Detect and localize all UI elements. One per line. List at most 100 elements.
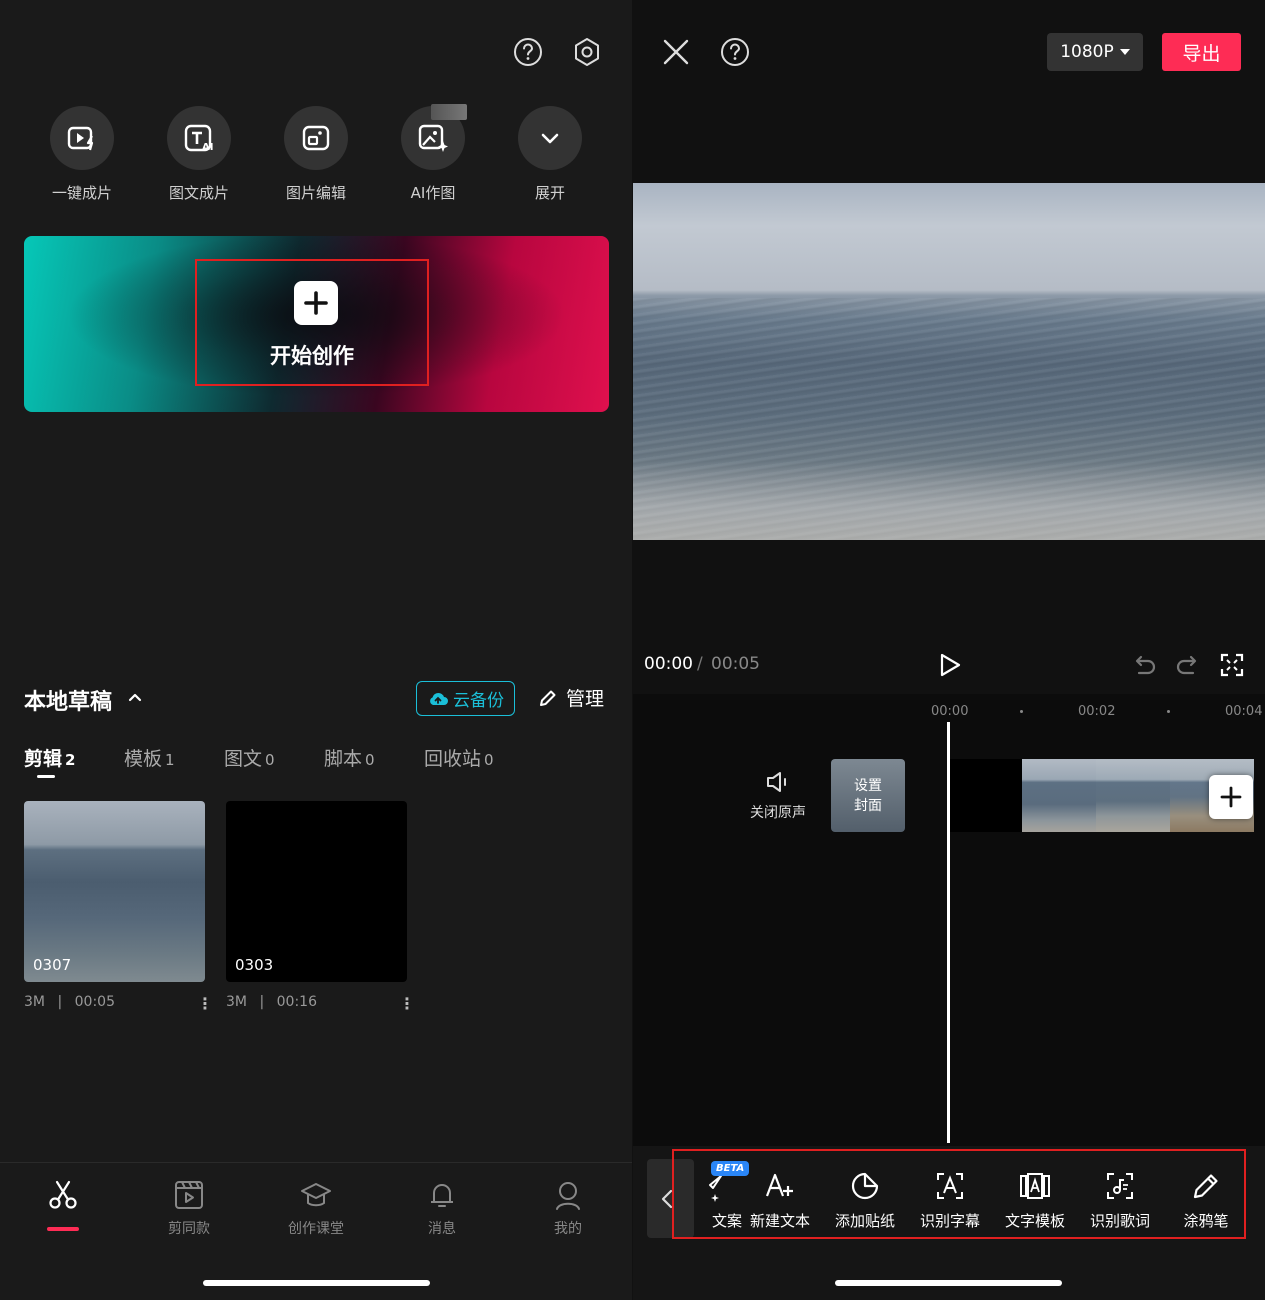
tab-label: 剪辑 xyxy=(24,748,63,770)
more-options-icon[interactable]: ⋮ xyxy=(197,994,213,1013)
quick-action-one-click[interactable]: 一键成片 xyxy=(42,106,122,203)
nav-edit[interactable] xyxy=(23,1178,103,1218)
export-button[interactable]: 导出 xyxy=(1162,33,1241,71)
tab-count: 1 xyxy=(165,751,175,769)
video-preview[interactable] xyxy=(633,183,1265,540)
tab-label: 回收站 xyxy=(424,748,482,770)
text-to-video-icon: AI xyxy=(167,106,231,170)
draft-name: 0303 xyxy=(235,956,274,974)
tool-label: 识别字幕 xyxy=(919,1212,980,1230)
ruler-tick: 00:04 xyxy=(1225,704,1263,719)
tab-template[interactable]: 模板 1 xyxy=(124,744,175,771)
thumbnail-badge xyxy=(431,104,467,120)
quick-action-expand[interactable]: 展开 xyxy=(510,106,590,203)
settings-icon[interactable] xyxy=(571,36,603,68)
quick-action-label: 展开 xyxy=(534,184,565,202)
manage-button[interactable]: 管理 xyxy=(538,684,604,711)
nav-classroom[interactable]: 创作课堂 xyxy=(276,1178,356,1238)
pencil-icon xyxy=(540,690,556,706)
play-icon[interactable] xyxy=(936,651,964,679)
more-options-icon[interactable]: ⋮ xyxy=(399,994,415,1013)
tab-recycle-bin[interactable]: 回收站 0 xyxy=(424,744,494,771)
set-cover-button[interactable]: 设置 封面 xyxy=(831,759,905,832)
fullscreen-icon[interactable] xyxy=(1218,651,1246,679)
quick-action-text-to-video[interactable]: AI 图文成片 xyxy=(159,106,239,203)
cloud-backup-button[interactable]: 云备份 xyxy=(416,681,515,716)
nav-label: 我的 xyxy=(554,1221,582,1237)
cover-label: 封面 xyxy=(854,797,882,814)
bell-icon xyxy=(431,1184,453,1207)
quick-action-label: 一键成片 xyxy=(51,184,112,202)
help-icon[interactable] xyxy=(719,36,751,68)
draft-size: 3M xyxy=(24,994,45,1010)
manage-label: 管理 xyxy=(566,688,605,710)
plus-icon[interactable] xyxy=(294,281,338,325)
draft-card[interactable]: 0303 xyxy=(226,801,407,982)
tab-label: 脚本 xyxy=(324,748,363,770)
current-time: 00:00 xyxy=(644,654,693,674)
template-video-icon xyxy=(175,1181,203,1209)
nav-template-video[interactable]: 剪同款 xyxy=(149,1178,229,1238)
tool-label: 添加贴纸 xyxy=(834,1212,895,1230)
quick-action-label: AI作图 xyxy=(410,184,456,202)
tool-text-template[interactable]: 文字模板 xyxy=(993,1170,1077,1231)
time-separator: / xyxy=(697,654,703,674)
add-clip-button[interactable] xyxy=(1209,775,1253,819)
tab-image-text[interactable]: 图文 0 xyxy=(224,744,275,771)
tab-script[interactable]: 脚本 0 xyxy=(324,744,375,771)
quick-action-label: 图文成片 xyxy=(168,184,229,202)
tab-count: 0 xyxy=(484,751,494,769)
ruler-tick: 00:00 xyxy=(931,704,969,719)
nav-profile[interactable]: 我的 xyxy=(528,1178,608,1238)
draft-card[interactable]: 0307 xyxy=(24,801,205,982)
ruler-tick: 00:02 xyxy=(1078,704,1116,719)
tool-label: 识别歌词 xyxy=(1089,1212,1150,1230)
undo-icon[interactable] xyxy=(1130,651,1158,679)
video-clip-frame[interactable] xyxy=(1096,759,1170,832)
close-icon[interactable] xyxy=(660,36,692,68)
tool-recognize-lyrics[interactable]: 识别歌词 xyxy=(1078,1170,1162,1231)
tool-new-text[interactable]: 新建文本 xyxy=(738,1170,822,1231)
quick-action-image-edit[interactable]: 图片编辑 xyxy=(276,106,356,203)
image-edit-icon xyxy=(284,106,348,170)
video-clip-frame[interactable] xyxy=(1022,759,1096,832)
meta-separator: | xyxy=(57,994,63,1010)
one-click-video-icon xyxy=(50,106,114,170)
nav-label: 创作课堂 xyxy=(288,1221,344,1237)
tool-pen[interactable]: 涂鸦笔 xyxy=(1164,1170,1248,1231)
plus-icon xyxy=(1220,786,1242,808)
svg-text:AI: AI xyxy=(202,142,213,153)
recognize-subtitles-icon xyxy=(937,1173,963,1199)
help-icon[interactable] xyxy=(512,36,544,68)
draft-meta: 3M | 00:05 xyxy=(24,994,115,1010)
ruler-dot xyxy=(1020,710,1023,713)
resolution-value: 1080P xyxy=(1060,42,1114,62)
tab-count: 0 xyxy=(365,751,375,769)
ai-image-icon xyxy=(401,104,467,170)
quick-action-ai-image[interactable]: AI作图 xyxy=(393,104,473,203)
video-clip-frame[interactable] xyxy=(950,759,1022,832)
resolution-select[interactable]: 1080P xyxy=(1047,33,1143,71)
chevron-up-icon[interactable] xyxy=(126,688,144,706)
home-indicator xyxy=(203,1280,430,1286)
meta-separator: | xyxy=(259,994,265,1010)
text-template-icon xyxy=(1020,1173,1050,1199)
ruler-dot xyxy=(1167,710,1170,713)
playhead[interactable] xyxy=(947,722,950,1143)
quick-action-label: 图片编辑 xyxy=(285,184,346,202)
drafts-title[interactable]: 本地草稿 xyxy=(24,684,112,716)
nav-label: 消息 xyxy=(428,1221,456,1237)
tool-add-sticker[interactable]: 添加贴纸 xyxy=(823,1170,907,1231)
active-tab-indicator xyxy=(37,775,55,778)
tool-recognize-subtitles[interactable]: 识别字幕 xyxy=(908,1170,992,1231)
redo-icon[interactable] xyxy=(1174,651,1202,679)
tool-label: 涂鸦笔 xyxy=(1183,1212,1229,1230)
chevron-down-icon xyxy=(518,106,582,170)
nav-label: 剪同款 xyxy=(168,1221,210,1237)
start-create-label[interactable]: 开始创作 xyxy=(195,340,429,370)
tab-edit[interactable]: 剪辑 2 xyxy=(24,744,75,771)
draft-meta: 3M | 00:16 xyxy=(226,994,317,1010)
nav-messages[interactable]: 消息 xyxy=(402,1178,482,1238)
cloud-backup-label: 云备份 xyxy=(453,691,504,711)
mute-original-button[interactable]: 关闭原声 xyxy=(740,768,816,822)
